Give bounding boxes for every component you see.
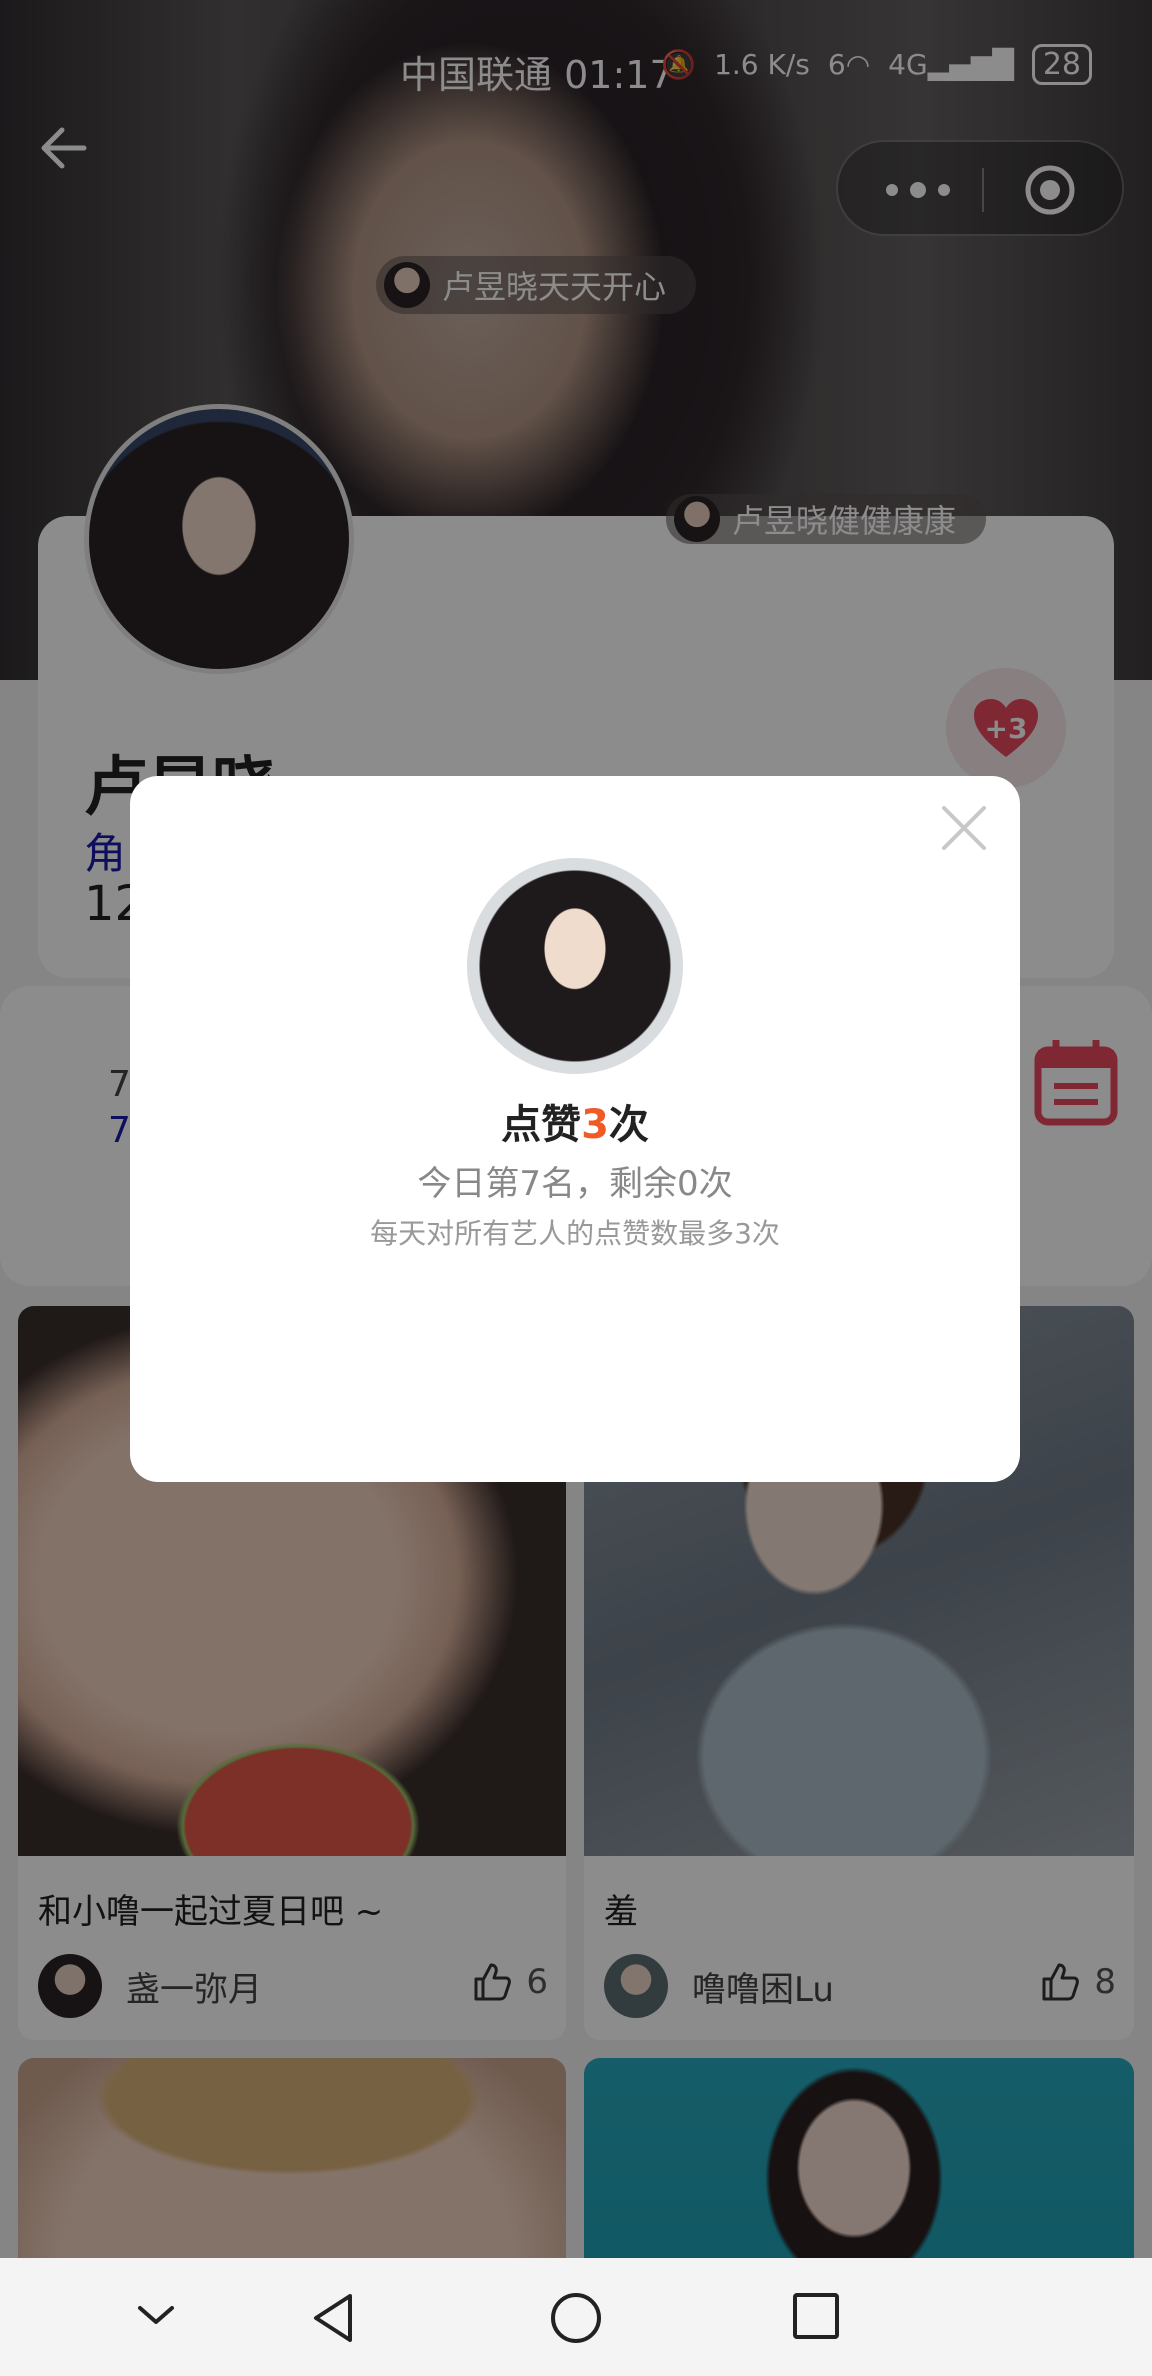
recent-square-icon[interactable]	[790, 2290, 842, 2342]
dialog-title: 点赞3次	[501, 1102, 649, 1148]
home-circle-icon[interactable]	[548, 2290, 604, 2346]
rule-text: 每天对所有艺人的点赞数最多3次	[370, 1217, 780, 1250]
like-count: 3	[581, 1102, 609, 1148]
close-icon[interactable]	[938, 802, 990, 854]
rank-text: 今日第7名，剩余0次	[417, 1164, 733, 1204]
back-triangle-icon[interactable]	[306, 2290, 362, 2346]
system-nav-bar	[0, 2258, 1152, 2376]
chevron-down-icon[interactable]	[132, 2290, 180, 2338]
artist-avatar	[467, 858, 683, 1074]
like-result-dialog: 点赞3次 今日第7名，剩余0次 每天对所有艺人的点赞数最多3次	[130, 776, 1020, 1482]
